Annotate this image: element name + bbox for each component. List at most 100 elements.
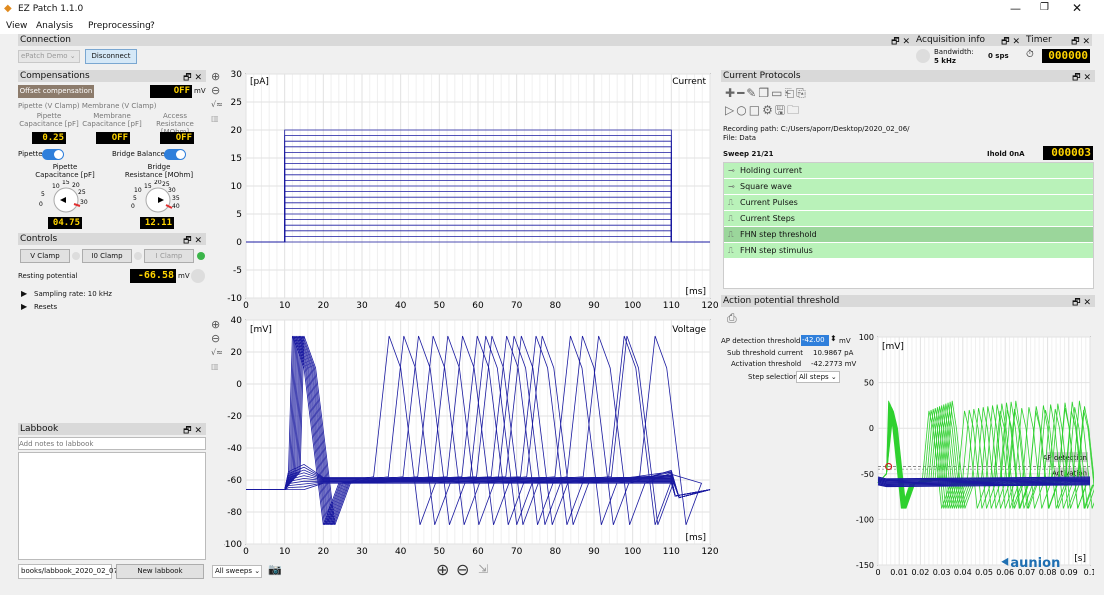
labbook-path-field[interactable]: books/labbook_2020_02_07 [18,564,118,579]
app-logo-icon: ◆ [4,3,12,14]
zoom-in-icon[interactable]: ⊕ [436,560,449,579]
pan-icon[interactable]: ▥ [211,112,225,126]
dock-controls-icon[interactable]: 🗗 ✕ [1072,70,1091,86]
dock-controls-icon[interactable]: 🗗 ✕ [1001,34,1020,50]
settings-icon[interactable]: ⚙ [762,103,775,117]
ap-detection-spinbox[interactable]: -42.00 [801,335,829,346]
x-tick-label: 0 [875,568,880,577]
x-tick-label: 10 [279,547,291,557]
disconnect-button[interactable]: Disconnect [85,49,137,64]
y-tick-label: 25 [231,98,242,108]
zoom-out-icon[interactable]: ⊖ [211,84,225,98]
pipette-cap-knob[interactable]: 1015 2025 30 5 0 [38,180,98,216]
x-tick-label: 50 [434,301,446,311]
sweeps-select[interactable]: All sweeps ⌄ [212,565,262,578]
device-select[interactable]: ePatch Demo ⌄ [18,50,80,63]
record-icon[interactable]: ○ [736,103,748,117]
close-icon[interactable]: ✕ [1072,1,1082,15]
i0-clamp-tab[interactable]: I0 Clamp [82,249,132,263]
menu-help[interactable]: ? [150,21,155,31]
menu-bar: View Analysis Preprocessing ? [0,20,1104,34]
dock-controls-icon[interactable]: 🗗 ✕ [183,233,202,249]
menu-view[interactable]: View [6,21,27,31]
restore-icon[interactable]: ❐ [1040,2,1049,13]
file-name: File: Data [723,134,757,142]
zoom-out-icon[interactable]: ⊖ [211,332,225,346]
svg-text:35: 35 [172,195,180,202]
x-tick-label: 0 [243,301,249,311]
paste-icon[interactable]: ⎗ [784,86,796,100]
menu-analysis[interactable]: Analysis [36,21,73,31]
zoom-in-icon[interactable]: ⊕ [211,70,225,84]
protocol-item[interactable]: ⎍ Current Steps [724,211,1093,226]
x-tick-label: 70 [511,547,523,557]
v-clamp-tab[interactable]: V Clamp [20,249,70,263]
timer-reset-icon[interactable]: ⏱ [1026,49,1034,60]
step-selection-select[interactable]: All steps ⌄ [796,371,840,383]
edit-icon[interactable]: ✎ [746,86,758,100]
save-icon[interactable]: 🖫 [775,103,787,117]
open-icon[interactable]: ▭ [771,86,784,100]
autoscale-icon[interactable]: √≈ [211,346,225,360]
play-icon[interactable]: ▷ [725,103,736,117]
i-clamp-tab[interactable]: I Clamp [144,249,194,263]
offset-compensation-button[interactable]: Offset compensation [18,85,94,98]
expand-arrow-icon[interactable]: ▶ [21,289,27,298]
sweep-counter: Sweep 21/21 [723,150,774,158]
current-plot[interactable]: 0 10 20 30 40 50 60 70 80 90 100 110 120 -10 -5 0 5 10 15 2… [224,70,718,314]
tree-resets[interactable]: Resets [34,303,57,311]
import-icon[interactable]: ⎘ [796,86,808,100]
new-labbook-button[interactable]: New labbook [116,564,204,579]
protocol-label: Holding current [740,166,802,175]
pipette-toggle[interactable] [42,149,64,160]
fit-icon[interactable]: ⇲ [478,562,488,576]
svg-text:20: 20 [154,180,162,186]
step-selection-value: All steps [799,373,829,381]
protocol-item[interactable]: ⊸ Square wave [724,179,1093,194]
add-icon[interactable]: ✚ [725,86,737,100]
minimize-icon[interactable]: — [1010,2,1021,15]
labbook-note-input[interactable] [18,437,206,450]
export-icon[interactable]: ⎙ [727,311,737,326]
y-unit-label: [mV] [250,325,272,335]
step-selection-label: Step selection [748,373,798,381]
expand-arrow-icon[interactable]: ▶ [21,302,27,311]
protocol-item[interactable]: ⊸ Holding current [724,163,1093,178]
bridge-res-knob[interactable]: 1520 253035401050 [130,180,190,216]
zoom-in-icon[interactable]: ⊕ [211,318,225,332]
x-tick-label: 0.05 [975,568,993,577]
stop-icon[interactable]: □ [749,103,762,117]
dock-controls-icon[interactable]: 🗗 ✕ [183,70,202,86]
sub-threshold-label: Sub threshold current [727,349,803,357]
spinbox-arrows-icon[interactable]: ⬍ [830,334,837,343]
zoom-out-icon[interactable]: ⊖ [456,560,469,579]
window-title: EZ Patch 1.1.0 [18,4,84,14]
pipette-toggle-label: Pipette [18,150,43,158]
bridge-balance-toggle[interactable] [164,149,186,160]
bandwidth-label: Bandwidth: [934,48,974,56]
y-tick-label: 30 [231,70,243,80]
protocol-item[interactable]: ⎍ Current Pulses [724,195,1093,210]
v-clamp-led-icon [72,252,80,260]
x-tick-label: 50 [434,547,446,557]
labbook-text-area[interactable] [18,452,206,560]
dock-controls-icon[interactable]: 🗗 ✕ [891,34,910,50]
pan-icon[interactable]: ▥ [211,360,225,374]
copy-icon[interactable]: ❐ [758,86,771,100]
remove-icon[interactable]: ━ [737,86,746,100]
tree-sampling-rate[interactable]: Sampling rate: 10 kHz [34,290,112,298]
protocol-item-selected[interactable]: ⎍ FHN step threshold [724,227,1093,242]
menu-preprocessing[interactable]: Preprocessing [88,21,151,31]
autoscale-icon[interactable]: √≈ [211,98,225,112]
camera-icon[interactable]: 📷 [268,563,282,576]
ap-threshold-plot[interactable]: 0 0.01 0.02 0.03 0.04 0.05 0.06 0.07 0.08 0.09 0.1… [848,333,1094,582]
voltage-plot[interactable]: 0 10 20 30 40 50 60 70 80 90 100 110 120 -100 -80 -60 -4… [224,316,718,564]
protocol-item[interactable]: ⎍ FHN step stimulus [724,243,1093,258]
dock-controls-icon[interactable]: 🗗 ✕ [1072,295,1091,311]
resting-label: Resting potential [18,272,78,280]
y-tick-label: 5 [236,210,242,220]
offset-unit: mV [194,87,206,95]
dock-controls-icon[interactable]: 🗗 ✕ [1071,34,1090,50]
x-unit-label: [s] [1074,554,1086,564]
save-as-icon[interactable]: 🗀 [787,103,801,117]
